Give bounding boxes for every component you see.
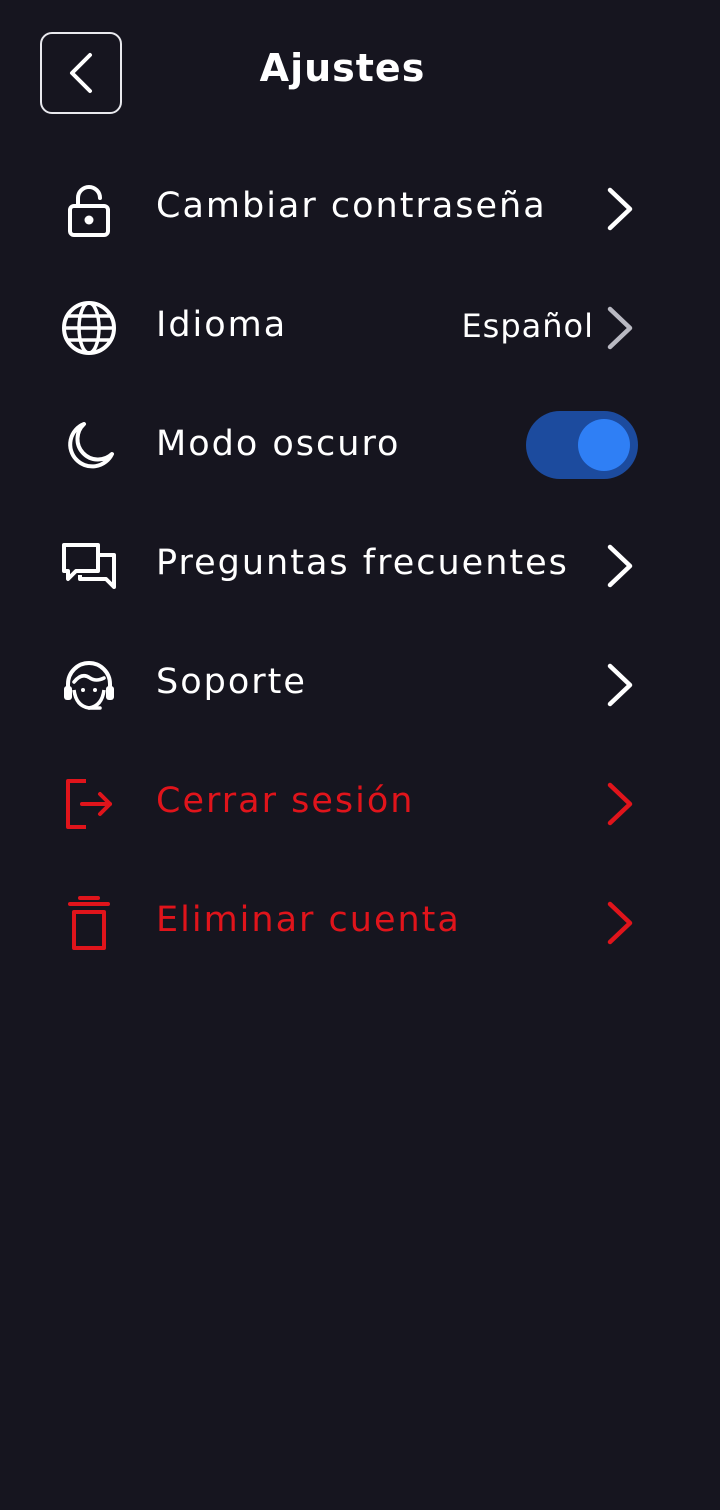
moon-icon	[60, 418, 118, 476]
toggle-knob	[578, 419, 630, 471]
setting-label: Eliminar cuenta	[156, 900, 461, 940]
setting-logout[interactable]: Cerrar sesión	[0, 763, 720, 843]
header: Ajustes	[0, 0, 720, 150]
setting-delete-account[interactable]: Eliminar cuenta	[0, 882, 720, 962]
setting-label: Soporte	[156, 662, 307, 702]
setting-faq[interactable]: Preguntas frecuentes	[0, 525, 720, 605]
chevron-right-icon	[607, 663, 633, 707]
chevron-right-icon	[607, 782, 633, 826]
dark-mode-toggle[interactable]	[526, 411, 638, 479]
setting-dark-mode: Modo oscuro	[0, 406, 720, 486]
logout-icon	[60, 775, 118, 833]
globe-icon	[60, 299, 118, 357]
setting-support[interactable]: Soporte	[0, 644, 720, 724]
setting-change-password[interactable]: Cambiar contraseña	[0, 168, 720, 248]
setting-label: Idioma	[156, 305, 288, 345]
setting-label: Preguntas frecuentes	[156, 543, 569, 583]
page-title: Ajustes	[259, 46, 426, 90]
chevron-right-icon	[607, 187, 633, 231]
setting-language[interactable]: Idioma Español	[0, 287, 720, 367]
setting-label: Cerrar sesión	[156, 781, 415, 821]
chevron-right-icon	[607, 901, 633, 945]
trash-icon	[60, 894, 118, 952]
chat-bubbles-icon	[60, 537, 118, 595]
chevron-right-icon	[607, 544, 633, 588]
headset-icon	[60, 656, 118, 714]
chevron-right-icon	[607, 306, 633, 350]
setting-label: Cambiar contraseña	[156, 186, 547, 226]
lock-icon	[60, 180, 118, 238]
language-value: Español	[461, 307, 594, 345]
setting-label: Modo oscuro	[156, 424, 401, 464]
